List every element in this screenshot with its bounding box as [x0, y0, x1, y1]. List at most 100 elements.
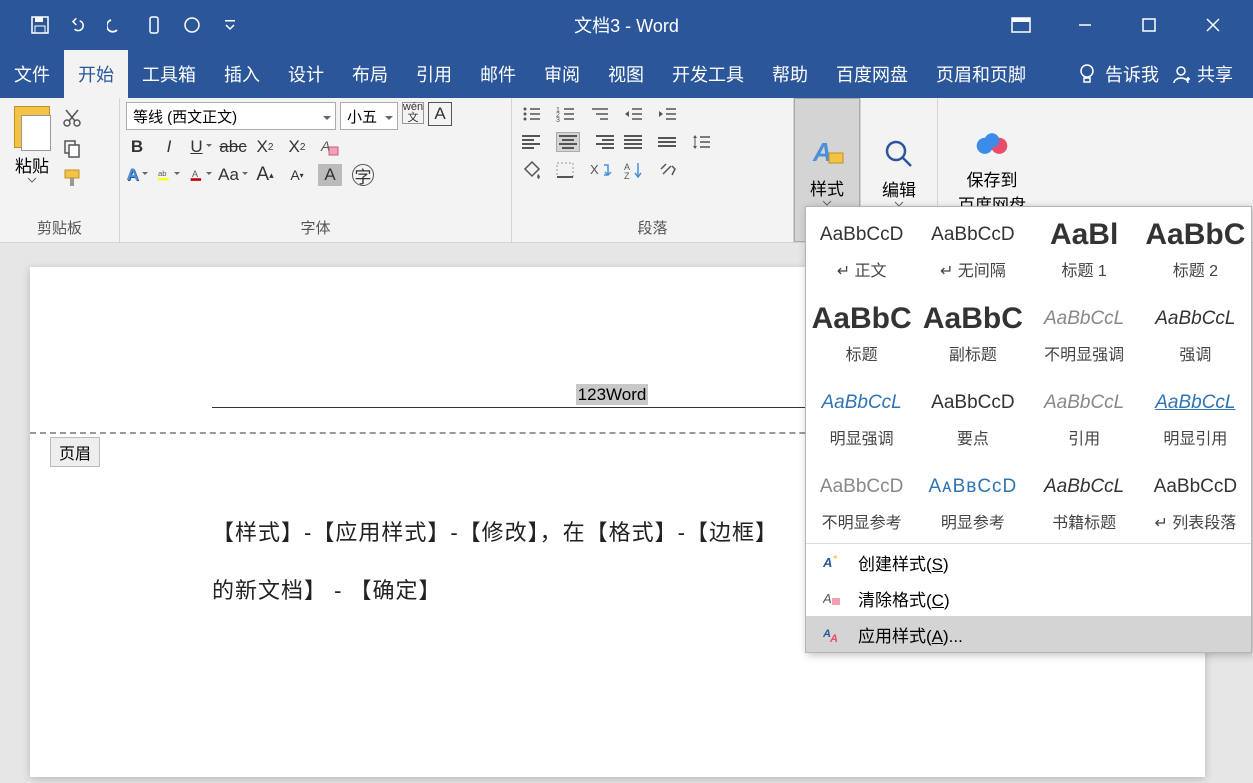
style-标题[interactable]: AaBbC 标题 [806, 291, 917, 375]
undo-icon[interactable] [68, 15, 88, 35]
font-color-icon[interactable]: A [190, 164, 212, 186]
format-painter-icon[interactable] [62, 168, 84, 190]
italic-button[interactable]: I [158, 136, 180, 158]
style-引用[interactable]: AaBbCcL引用 [1029, 375, 1140, 459]
style-↵列表段落[interactable]: AaBbCcD↵ 列表段落 [1140, 459, 1251, 543]
circle-icon[interactable] [182, 15, 202, 35]
borders-icon[interactable] [556, 160, 580, 180]
distribute-icon[interactable] [658, 132, 682, 152]
character-shading-icon[interactable]: A [318, 164, 342, 186]
font-group-label: 字体 [126, 215, 505, 240]
bold-button[interactable]: B [126, 136, 148, 158]
style-明显参考[interactable]: AᴀBʙCᴄD明显参考 [917, 459, 1028, 543]
create-style-item[interactable]: A 创建样式(S) [806, 544, 1251, 580]
tab-10[interactable]: 开发工具 [658, 50, 758, 98]
apply-style-item[interactable]: AA 应用样式(A)... [806, 616, 1251, 652]
style-↵无间隔[interactable]: AaBbCcD↵ 无间隔 [917, 207, 1028, 291]
tab-6[interactable]: 引用 [402, 50, 466, 98]
tab-5[interactable]: 布局 [338, 50, 402, 98]
font-size-combo[interactable]: 小五 [340, 102, 398, 130]
copy-icon[interactable] [62, 138, 84, 160]
decrease-indent-icon[interactable] [624, 104, 648, 124]
minimize-icon[interactable] [1065, 5, 1105, 45]
tab-3[interactable]: 插入 [210, 50, 274, 98]
tab-7[interactable]: 邮件 [466, 50, 530, 98]
style-name-label: 要点 [957, 425, 989, 449]
style-不明显强调[interactable]: AaBbCcL不明显强调 [1029, 291, 1140, 375]
clear-formatting-item[interactable]: A 清除格式(C) [806, 580, 1251, 616]
style-书籍标题[interactable]: AaBbCcL书籍标题 [1029, 459, 1140, 543]
ribbon-display-icon[interactable] [1001, 5, 1041, 45]
grow-font-icon[interactable]: A▴ [254, 164, 276, 186]
multilevel-list-icon[interactable] [590, 104, 614, 124]
style-明显引用[interactable]: AaBbCcL明显引用 [1140, 375, 1251, 459]
enclose-characters-icon[interactable]: 字 [352, 164, 374, 186]
style-name-label: 明显强调 [830, 425, 894, 449]
subscript-button[interactable]: X2 [254, 136, 276, 158]
header-text[interactable]: 123Word [576, 384, 649, 405]
style-标题1[interactable]: AaBl标题 1 [1029, 207, 1140, 291]
phonetic-guide-icon[interactable]: wén文 [402, 102, 424, 124]
tab-4[interactable]: 设计 [274, 50, 338, 98]
character-border-icon[interactable]: A [428, 102, 452, 126]
apply-style-label: 应用样式(A)... [858, 622, 963, 647]
align-left-icon[interactable] [522, 132, 546, 152]
font-name-combo[interactable]: 等线 (西文正文) [126, 102, 336, 130]
align-center-icon[interactable] [556, 132, 580, 152]
numbering-icon[interactable]: 123 [556, 104, 580, 124]
style-name-label: 副标题 [949, 341, 997, 365]
superscript-button[interactable]: X2 [286, 136, 308, 158]
show-marks-icon[interactable] [658, 160, 682, 180]
tab-1[interactable]: 开始 [64, 50, 128, 98]
save-icon[interactable] [30, 15, 50, 35]
close-icon[interactable] [1193, 5, 1233, 45]
touch-mode-icon[interactable] [144, 15, 164, 35]
style-preview: AaBbC [812, 301, 912, 337]
tab-0[interactable]: 文件 [0, 50, 64, 98]
change-case-icon[interactable]: Aa [222, 164, 244, 186]
search-icon [881, 136, 917, 172]
share-button[interactable]: 共享 [1171, 61, 1233, 87]
justify-icon[interactable] [624, 132, 648, 152]
tab-11[interactable]: 帮助 [758, 50, 822, 98]
increase-indent-icon[interactable] [658, 104, 682, 124]
align-right-icon[interactable] [590, 132, 614, 152]
line-spacing-icon[interactable] [692, 132, 716, 152]
style-明显强调[interactable]: AaBbCcL明显强调 [806, 375, 917, 459]
style-副标题[interactable]: AaBbC副标题 [917, 291, 1028, 375]
shading-icon[interactable] [522, 160, 546, 180]
header-tab-label[interactable]: 页眉 [50, 437, 100, 467]
tab-9[interactable]: 视图 [594, 50, 658, 98]
style-preview: AaBbCcD [820, 469, 903, 505]
chevron-down-icon [27, 177, 37, 183]
maximize-icon[interactable] [1129, 5, 1169, 45]
style-标题2[interactable]: AaBbC标题 2 [1140, 207, 1251, 291]
paste-button[interactable]: 粘贴 [6, 102, 58, 187]
style-强调[interactable]: AaBbCcL强调 [1140, 291, 1251, 375]
highlight-icon[interactable]: ab [158, 164, 180, 186]
tab-8[interactable]: 审阅 [530, 50, 594, 98]
style-要点[interactable]: AaBbCcD要点 [917, 375, 1028, 459]
bullets-icon[interactable] [522, 104, 546, 124]
style-preview: AaBbCcD [820, 217, 903, 253]
style-不明显参考[interactable]: AaBbCcD不明显参考 [806, 459, 917, 543]
style-name-label: 引用 [1068, 425, 1100, 449]
style-name-label: 标题 1 [1061, 257, 1106, 281]
strikethrough-button[interactable]: abc [222, 136, 244, 158]
baidu-label-1: 保存到 [967, 166, 1018, 191]
redo-icon[interactable] [106, 15, 126, 35]
tab-12[interactable]: 百度网盘 [822, 50, 922, 98]
text-effects-icon[interactable]: A [126, 164, 148, 186]
tab-13[interactable]: 页眉和页脚 [922, 50, 1040, 98]
sort-icon[interactable]: AZ [624, 160, 648, 180]
text-direction-icon[interactable]: X [590, 160, 614, 180]
style-name-label: 标题 [846, 341, 878, 365]
tell-me[interactable]: 告诉我 [1077, 61, 1159, 87]
style-↵正文[interactable]: AaBbCcD↵ 正文 [806, 207, 917, 291]
shrink-font-icon[interactable]: A▾ [286, 164, 308, 186]
tab-2[interactable]: 工具箱 [128, 50, 210, 98]
qat-dropdown-icon[interactable] [220, 15, 240, 35]
underline-button[interactable]: U [190, 136, 212, 158]
clear-formatting-icon[interactable]: A [318, 136, 340, 158]
cut-icon[interactable] [62, 108, 84, 130]
